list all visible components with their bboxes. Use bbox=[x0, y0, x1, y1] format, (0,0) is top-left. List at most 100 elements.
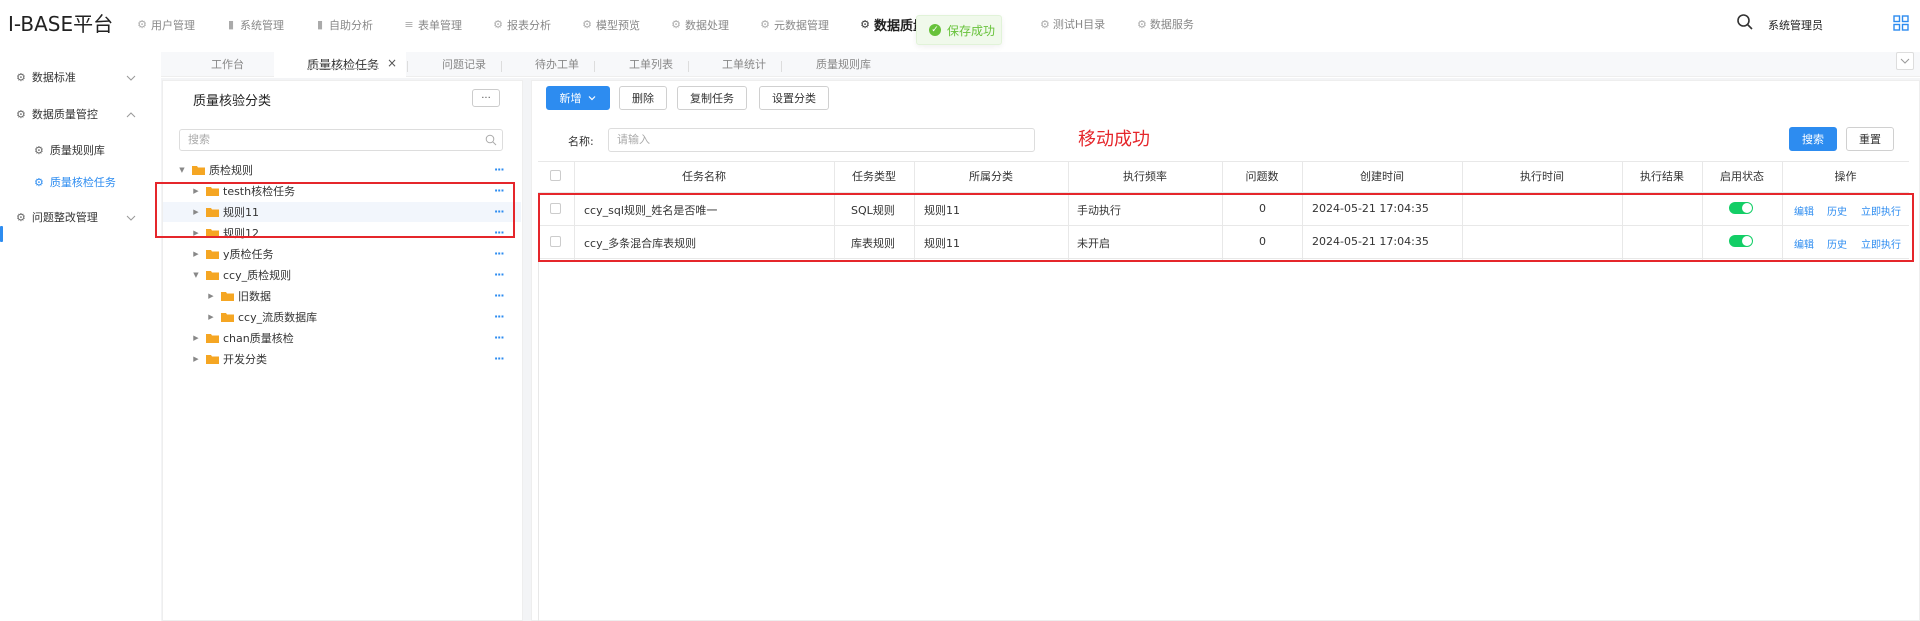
sidebar-item-data-quality-control[interactable]: ⚙ 数据质量管控 bbox=[16, 106, 98, 122]
column-header-exec-time: 执行时间 bbox=[1520, 170, 1564, 183]
chevron-down-icon[interactable] bbox=[126, 73, 136, 83]
caret-right-icon[interactable]: ▶ bbox=[192, 334, 200, 342]
delete-button[interactable]: 删除 bbox=[619, 86, 667, 110]
tree-node-quality-rules[interactable]: ▼ 质检规则 bbox=[178, 162, 253, 178]
caret-down-icon[interactable]: ▼ bbox=[178, 166, 186, 174]
nav-form-management[interactable]: ≡ 表单管理 bbox=[403, 15, 462, 34]
sidebar-item-data-standard[interactable]: ⚙ 数据标准 bbox=[16, 69, 76, 85]
tree-row-menu[interactable]: ··· bbox=[494, 163, 505, 176]
highlight-box-tree bbox=[155, 182, 515, 238]
gear-icon: ⚙ bbox=[16, 70, 26, 84]
gear-icon: ⚙ bbox=[860, 18, 870, 31]
column-header-category: 所属分类 bbox=[969, 170, 1013, 183]
gear-icon: ⚙ bbox=[16, 107, 26, 121]
caret-right-icon[interactable]: ▶ bbox=[192, 250, 200, 258]
column-header-task-name: 任务名称 bbox=[682, 170, 726, 183]
tab-separator bbox=[407, 61, 408, 72]
nav-metadata-management[interactable]: ⚙ 元数据管理 bbox=[759, 15, 829, 34]
nav-system-management[interactable]: ▮ 系统管理 bbox=[225, 15, 284, 34]
nav-model-preview[interactable]: ⚙ 模型预览 bbox=[581, 15, 640, 34]
chevron-up-icon[interactable] bbox=[126, 110, 136, 120]
search-icon[interactable] bbox=[485, 134, 497, 146]
chevron-down-icon bbox=[1900, 58, 1910, 64]
sidebar-item-issue-rectification[interactable]: ⚙ 问题整改管理 bbox=[16, 209, 98, 225]
caret-right-icon[interactable]: ▶ bbox=[207, 292, 215, 300]
folder-icon bbox=[221, 313, 234, 322]
sidebar-item-quality-check-task[interactable]: ⚙ 质量核检任务 bbox=[34, 174, 116, 190]
folder-icon bbox=[206, 334, 219, 343]
tree-row-menu[interactable]: ··· bbox=[494, 247, 505, 260]
highlight-box-table bbox=[538, 193, 1914, 262]
tree-row-menu[interactable]: ··· bbox=[494, 289, 505, 302]
tree-node-ccy-flow-db[interactable]: ▶ ccy_流质数据库 bbox=[207, 309, 317, 325]
caret-right-icon[interactable]: ▶ bbox=[192, 355, 200, 363]
nav-data-service[interactable]: ⚙ 数据服务 bbox=[1137, 16, 1194, 32]
search-button[interactable]: 搜索 bbox=[1789, 127, 1837, 151]
folder-icon bbox=[206, 355, 219, 364]
caret-right-icon[interactable]: ▶ bbox=[207, 313, 215, 321]
success-toast: ✓ 保存成功 bbox=[916, 15, 1002, 45]
sidebar-item-quality-rule-library[interactable]: ⚙ 质量规则库 bbox=[34, 142, 105, 158]
nav-data-processing[interactable]: ⚙ 数据处理 bbox=[670, 15, 729, 34]
search-icon[interactable] bbox=[1736, 13, 1754, 31]
nav-user-management[interactable]: ⚙ 用户管理 bbox=[136, 15, 195, 34]
tree-node-chan-check[interactable]: ▶ chan质量核检 bbox=[192, 330, 293, 346]
tree-row-menu[interactable]: ··· bbox=[494, 268, 505, 281]
tabs-dropdown-button[interactable] bbox=[1896, 52, 1914, 70]
gear-icon: ⚙ bbox=[137, 18, 147, 31]
column-header-issue-count: 问题数 bbox=[1245, 170, 1279, 183]
add-button[interactable]: 新增 bbox=[546, 86, 610, 110]
tab-ticket-list[interactable]: 工单列表 bbox=[629, 56, 673, 72]
nav-report-analysis[interactable]: ⚙ 报表分析 bbox=[492, 15, 551, 34]
tab-issue-records[interactable]: 问题记录 bbox=[442, 56, 486, 72]
tree-row-menu[interactable]: ··· bbox=[494, 352, 505, 365]
set-category-button[interactable]: 设置分类 bbox=[759, 86, 829, 110]
column-header-task-type: 任务类型 bbox=[852, 170, 896, 183]
column-header-exec-result: 执行结果 bbox=[1640, 170, 1684, 183]
top-bar: I-BASE平台 ⚙ 用户管理 ▮ 系统管理 ▮ 自助分析 ≡ 表单管理 ⚙ 报表分析 ⚙… bbox=[0, 0, 1920, 52]
select-all-checkbox[interactable] bbox=[550, 170, 561, 181]
app-logo: I-BASE平台 bbox=[8, 12, 114, 36]
tree-row-menu[interactable]: ··· bbox=[494, 310, 505, 323]
tree-row-menu[interactable]: ··· bbox=[494, 331, 505, 344]
tab-quality-rule-library[interactable]: 质量规则库 bbox=[816, 56, 871, 72]
tree-node-dev-category[interactable]: ▶ 开发分类 bbox=[192, 351, 267, 367]
caret-down-icon[interactable]: ▼ bbox=[192, 271, 200, 279]
move-success-annotation: 移动成功 bbox=[1078, 129, 1150, 150]
check-circle-icon: ✓ bbox=[929, 24, 941, 36]
reset-button[interactable]: 重置 bbox=[1846, 127, 1894, 151]
list-icon: ≡ bbox=[404, 18, 414, 31]
tab-ticket-stats[interactable]: 工单统计 bbox=[722, 56, 766, 72]
apps-grid-icon[interactable] bbox=[1893, 15, 1909, 31]
folder-icon bbox=[221, 292, 234, 301]
chevron-down-icon[interactable] bbox=[126, 213, 136, 223]
column-header-frequency: 执行频率 bbox=[1123, 170, 1167, 183]
close-icon[interactable]: × bbox=[387, 56, 397, 70]
current-user[interactable]: 系统管理员 bbox=[1768, 17, 1823, 33]
tree-node-y-task[interactable]: ▶ y质检任务 bbox=[192, 246, 273, 262]
name-filter-input[interactable]: 请输入 bbox=[608, 128, 1035, 152]
gear-icon: ⚙ bbox=[34, 175, 44, 189]
nav-test-h-catalog[interactable]: ⚙ 测试H目录 bbox=[1040, 16, 1105, 32]
gear-icon: ⚙ bbox=[671, 18, 681, 31]
tab-quality-check-task[interactable]: 质量核检任务 bbox=[307, 56, 379, 73]
tree-node-old-data[interactable]: ▶ 旧数据 bbox=[207, 288, 271, 304]
gear-icon: ⚙ bbox=[760, 18, 770, 31]
nav-self-analysis[interactable]: ▮ 自助分析 bbox=[314, 15, 373, 34]
column-header-actions: 操作 bbox=[1834, 170, 1857, 183]
tab-workbench[interactable]: 工作台 bbox=[211, 56, 244, 72]
name-filter-label: 名称: bbox=[568, 135, 594, 148]
column-header-enabled: 启用状态 bbox=[1720, 170, 1764, 183]
tab-separator bbox=[594, 61, 595, 72]
folder-icon bbox=[192, 166, 205, 175]
gear-icon: ⚙ bbox=[1040, 17, 1050, 31]
folder-icon bbox=[206, 271, 219, 280]
tree-search-input[interactable]: 搜索 bbox=[179, 129, 503, 151]
folder-icon bbox=[206, 250, 219, 259]
tree-more-button[interactable]: ··· bbox=[472, 89, 500, 107]
copy-task-button[interactable]: 复制任务 bbox=[677, 86, 747, 110]
bar-chart-icon: ▮ bbox=[227, 18, 235, 31]
sidebar: ⚙ 数据标准 ⚙ 数据质量管控 ⚙ 质量规则库 ⚙ 质量核检任务 ⚙ 问题整改管理 bbox=[0, 52, 161, 621]
tree-node-ccy-rules[interactable]: ▼ ccy_质检规则 bbox=[192, 267, 291, 283]
tab-todo-tickets[interactable]: 待办工单 bbox=[535, 56, 579, 72]
